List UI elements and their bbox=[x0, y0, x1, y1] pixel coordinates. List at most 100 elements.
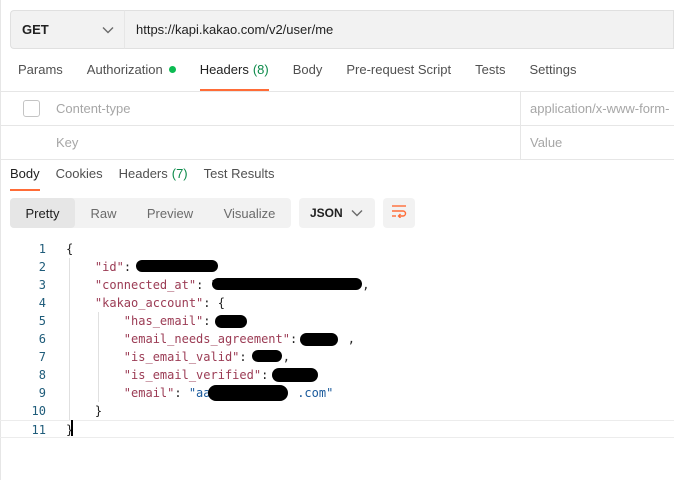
json-punct: : { bbox=[203, 296, 225, 310]
json-key: "has_email" bbox=[123, 314, 204, 328]
line-number: 10 bbox=[31, 404, 46, 418]
code-text: { bbox=[66, 240, 73, 258]
view-visualize-button[interactable]: Visualize bbox=[208, 198, 291, 228]
format-label: JSON bbox=[310, 206, 343, 220]
redaction-mark bbox=[272, 368, 318, 382]
tab-tests[interactable]: Tests bbox=[467, 62, 513, 90]
status-dot-icon bbox=[168, 66, 176, 73]
redaction-mark bbox=[300, 333, 338, 346]
json-key: "is_email_verified" bbox=[123, 368, 262, 382]
tab-params[interactable]: Params bbox=[10, 62, 71, 90]
tab-body[interactable]: Body bbox=[285, 62, 331, 90]
response-tab-cookies[interactable]: Cookies bbox=[56, 166, 103, 190]
headers-table: Content-type application/x-www-form- Key… bbox=[0, 91, 674, 160]
line-number: 4 bbox=[38, 296, 46, 310]
response-tab-body[interactable]: Body bbox=[10, 166, 40, 191]
column-divider bbox=[520, 92, 521, 125]
line-number: 8 bbox=[38, 368, 46, 382]
code-text: "kakao_account": { bbox=[66, 294, 225, 312]
code-text: } bbox=[66, 402, 102, 420]
line-number: 2 bbox=[38, 260, 46, 274]
header-row-new: Key Value bbox=[0, 125, 674, 160]
tab-label: Headers bbox=[199, 62, 249, 77]
request-url-bar: GET https://kapi.kakao.com/v2/user/me bbox=[10, 10, 674, 49]
code-line: 11} bbox=[0, 420, 674, 438]
code-text: "has_email": bbox=[66, 312, 218, 330]
line-number: 7 bbox=[38, 350, 46, 364]
json-punct bbox=[66, 368, 124, 382]
chevron-down-icon bbox=[102, 24, 114, 36]
json-punct bbox=[66, 314, 124, 328]
response-tab-test-results[interactable]: Test Results bbox=[204, 166, 275, 190]
line-number: 3 bbox=[38, 278, 46, 292]
tab-label: Test Results bbox=[203, 166, 275, 181]
request-tabs: Params Authorization Headers (8) Body Pre-req… bbox=[10, 62, 592, 91]
chevron-down-icon bbox=[351, 207, 363, 219]
url-input[interactable]: https://kapi.kakao.com/v2/user/me bbox=[124, 10, 674, 49]
wrap-lines-button[interactable] bbox=[383, 198, 415, 228]
json-punct: } bbox=[66, 404, 103, 418]
json-punct bbox=[66, 296, 95, 310]
wrap-lines-icon bbox=[391, 204, 407, 223]
line-number: 9 bbox=[38, 386, 46, 400]
new-key-input[interactable]: Key bbox=[56, 135, 78, 150]
format-select[interactable]: JSON bbox=[299, 198, 375, 228]
header-value[interactable]: application/x-www-form- bbox=[530, 101, 669, 116]
redaction-mark bbox=[208, 385, 288, 401]
tab-label: Params bbox=[18, 62, 63, 77]
tab-label: Pre-request Script bbox=[346, 62, 452, 77]
code-text: "id": bbox=[66, 258, 138, 276]
code-line: 1{ bbox=[0, 240, 674, 258]
response-tabs: Body Cookies Headers (7) Test Results bbox=[10, 166, 290, 191]
tab-label: Settings bbox=[529, 62, 577, 77]
json-punct bbox=[66, 332, 124, 346]
redaction-mark bbox=[252, 350, 282, 362]
redaction-mark bbox=[136, 260, 218, 272]
tab-pre-request-script[interactable]: Pre-request Script bbox=[338, 62, 459, 90]
new-value-input[interactable]: Value bbox=[530, 135, 562, 150]
tab-label: Cookies bbox=[55, 166, 103, 181]
method-label: GET bbox=[22, 22, 49, 37]
json-punct bbox=[66, 278, 95, 292]
json-punct bbox=[66, 260, 95, 274]
tab-settings[interactable]: Settings bbox=[521, 62, 584, 90]
tab-count: (7) bbox=[171, 166, 188, 181]
redaction-mark bbox=[212, 278, 362, 290]
header-key[interactable]: Content-type bbox=[56, 101, 130, 116]
json-key: "kakao_account" bbox=[94, 296, 204, 310]
tab-label: Body bbox=[292, 62, 323, 77]
indent-guide bbox=[69, 258, 70, 420]
tab-count: (8) bbox=[252, 62, 269, 77]
method-select[interactable]: GET bbox=[10, 10, 124, 49]
line-number: 1 bbox=[38, 242, 46, 256]
code-line: 7 "is_email_valid": , bbox=[0, 348, 674, 366]
response-tab-headers[interactable]: Headers (7) bbox=[119, 166, 188, 190]
url-text: https://kapi.kakao.com/v2/user/me bbox=[136, 22, 334, 37]
code-line: 4 "kakao_account": { bbox=[0, 294, 674, 312]
json-key: "email" bbox=[123, 386, 175, 400]
json-key: "id" bbox=[94, 260, 124, 274]
view-mode-group: Pretty Raw Preview Visualize bbox=[10, 198, 291, 228]
json-key: "connected_at" bbox=[94, 278, 197, 292]
tab-label: Tests bbox=[475, 62, 506, 77]
line-number: 11 bbox=[31, 423, 46, 437]
code-line: 2 "id": bbox=[0, 258, 674, 276]
view-preview-button[interactable]: Preview bbox=[132, 198, 208, 228]
json-key: "is_email_valid" bbox=[123, 350, 240, 364]
indent-guide bbox=[98, 312, 99, 402]
text-cursor bbox=[71, 420, 73, 436]
header-row: Content-type application/x-www-form- bbox=[0, 91, 674, 125]
view-raw-button[interactable]: Raw bbox=[75, 198, 132, 228]
code-line: 10 } bbox=[0, 402, 674, 420]
view-pretty-button[interactable]: Pretty bbox=[10, 198, 75, 228]
code-line: 9 "email": "aa .com" bbox=[0, 384, 674, 402]
redaction-mark bbox=[215, 315, 247, 328]
tab-authorization[interactable]: Authorization bbox=[79, 62, 184, 90]
code-line: 8 "is_email_verified": bbox=[0, 366, 674, 384]
tab-headers[interactable]: Headers (8) bbox=[192, 62, 277, 91]
line-number: 6 bbox=[38, 332, 46, 346]
column-divider bbox=[520, 126, 521, 159]
header-row-checkbox[interactable] bbox=[23, 100, 40, 117]
code-text: "email": "aa .com" bbox=[66, 384, 334, 402]
json-punct: : bbox=[174, 386, 189, 400]
